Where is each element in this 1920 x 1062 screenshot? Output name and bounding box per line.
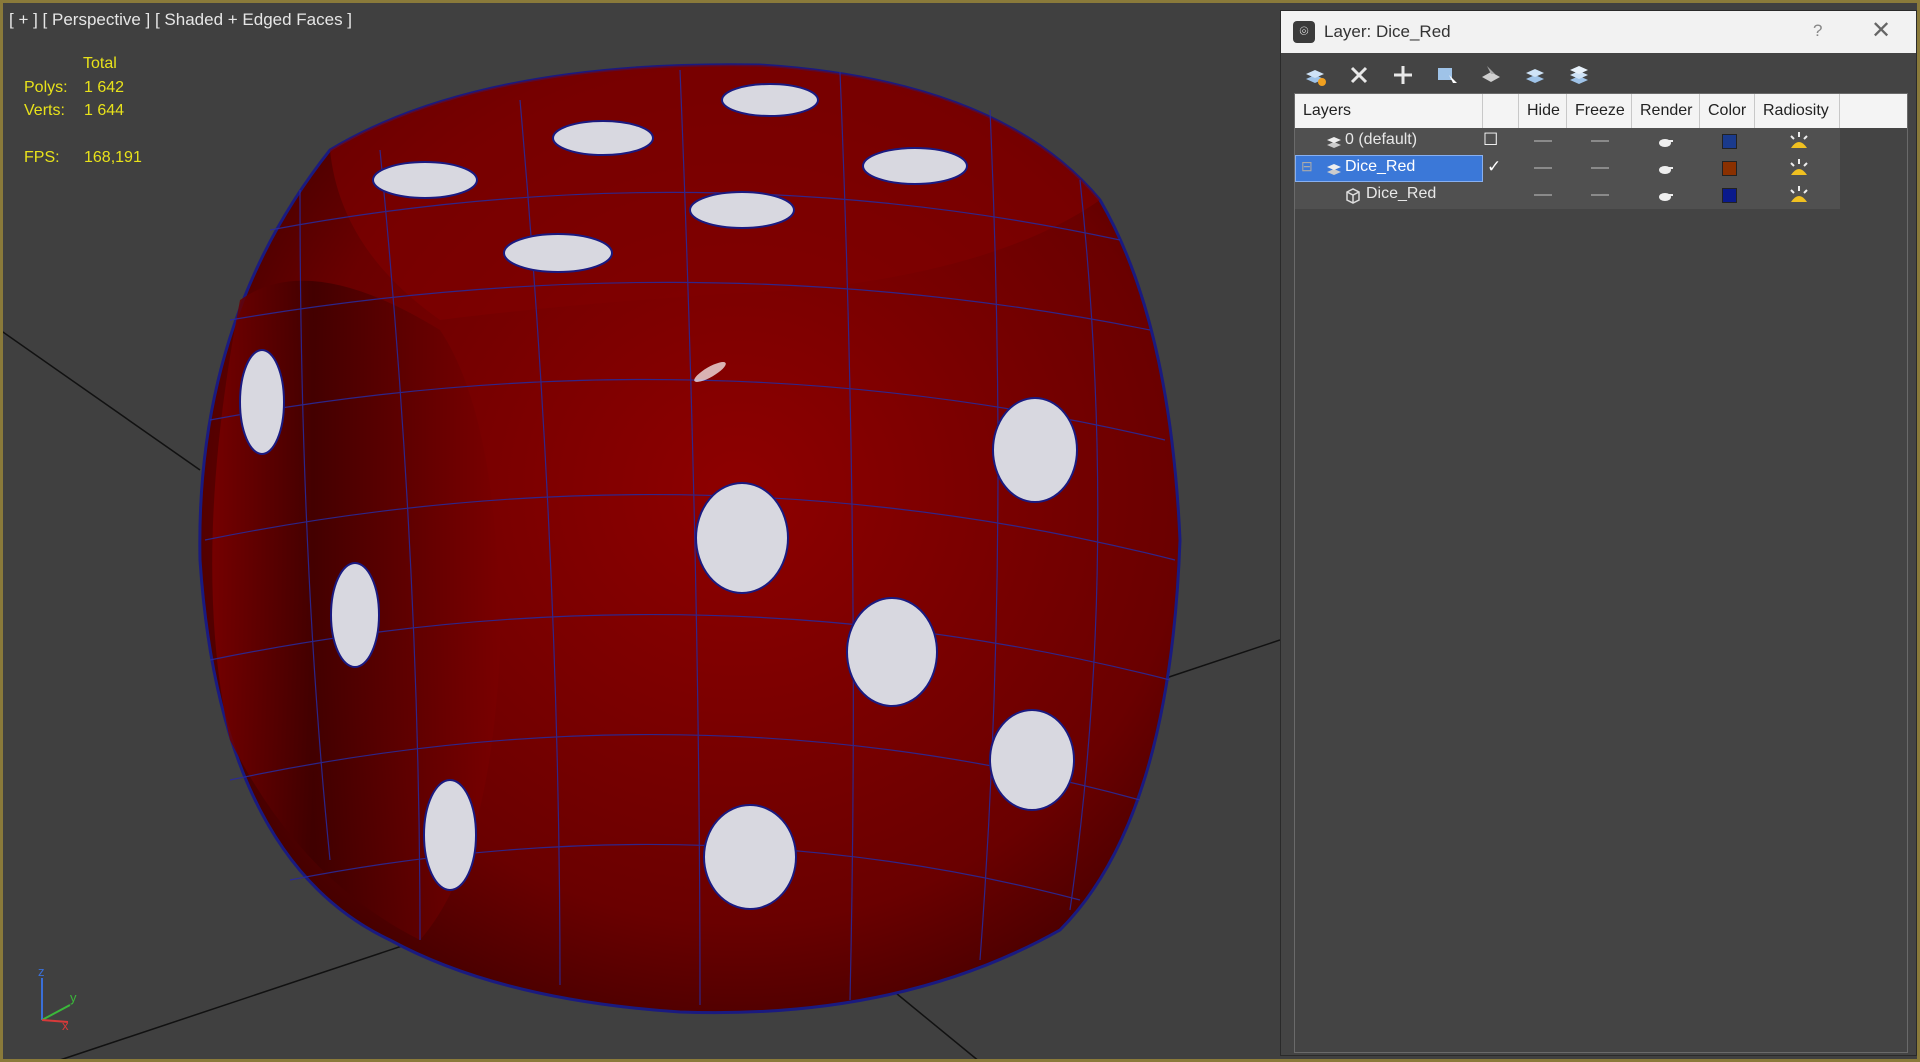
freeze-all-layers-icon[interactable] [1565,61,1593,89]
layer-stack-icon [1327,137,1341,148]
axis-x-label: x [62,1018,69,1033]
hide-toggle[interactable] [1534,194,1552,196]
stats-polys-value: 1 642 [84,79,125,96]
create-new-layer-icon[interactable] [1301,61,1329,89]
object-name: Dice_Red [1366,185,1437,202]
object-color-swatch[interactable] [1722,188,1737,203]
axis-y-label: y [70,990,77,1005]
radiosity-icon[interactable] [1787,157,1811,179]
current-layer-toggle[interactable]: ☐ [1483,130,1498,150]
stats-verts-value: 1 644 [84,102,125,119]
stats-polys-label: Polys: [24,79,68,96]
select-objects-icon[interactable] [1433,61,1461,89]
freeze-toggle[interactable] [1591,167,1609,169]
object-box-icon [1346,188,1360,204]
delete-layer-icon[interactable] [1345,61,1373,89]
layer-dialog: ⌾ Layer: Dice_Red ? ✕ Layers Hide Freeze… [1280,10,1917,1056]
layer-row-dice-red[interactable]: ⊟ Dice_Red ✓ [1295,155,1840,182]
axis-z-label: z [38,964,45,979]
column-header-radiosity[interactable]: Radiosity [1755,94,1840,128]
column-header-layers[interactable]: Layers [1295,94,1483,128]
dice-model: z y x [0,63,1280,1062]
viewport-label-menu[interactable]: [ + ] [ Perspective ] [ Shaded + Edged F… [9,10,352,30]
hide-toggle[interactable] [1534,140,1552,142]
dialog-titlebar[interactable]: ⌾ Layer: Dice_Red ? ✕ [1281,11,1916,53]
grid-line [1159,639,1280,681]
column-header-color[interactable]: Color [1700,94,1755,128]
freeze-toggle[interactable] [1591,140,1609,142]
layer-toolbar [1281,53,1916,97]
grid-line [59,939,421,1061]
column-header-freeze[interactable]: Freeze [1567,94,1632,128]
close-button[interactable]: ✕ [1871,16,1891,45]
layer-row-default[interactable]: 0 (default) ☐ [1295,128,1840,155]
column-header-hide[interactable]: Hide [1519,94,1567,128]
add-to-layer-icon[interactable] [1389,61,1417,89]
freeze-toggle[interactable] [1591,194,1609,196]
layer-color-swatch[interactable] [1722,134,1737,149]
layer-list-header: Layers Hide Freeze Render Color Radiosit… [1295,94,1907,128]
collapse-icon[interactable]: ⊟ [1301,158,1313,175]
layer-stack-icon [1327,164,1341,175]
dialog-title: Layer: Dice_Red [1324,22,1451,41]
layer-name: 0 (default) [1345,131,1418,148]
column-header-current[interactable] [1483,94,1519,128]
render-teapot-icon[interactable] [1657,188,1673,202]
stats-total-header: Total [83,55,117,72]
hide-all-layers-icon[interactable] [1521,61,1549,89]
radiosity-icon[interactable] [1787,184,1811,206]
layer-name: Dice_Red [1345,158,1416,175]
hide-toggle[interactable] [1534,167,1552,169]
stats-verts-label: Verts: [24,102,65,119]
object-row-dice-red[interactable]: Dice_Red [1295,182,1840,209]
help-button[interactable]: ? [1813,21,1822,41]
axis-gizmo [41,978,71,1023]
stats-fps-label: FPS: [24,149,60,166]
column-header-render[interactable]: Render [1632,94,1700,128]
app-logo-icon: ⌾ [1293,21,1315,43]
grid-line [0,329,201,471]
layer-list-panel: Layers Hide Freeze Render Color Radiosit… [1294,93,1908,1053]
current-layer-checkmark[interactable]: ✓ [1487,157,1501,177]
render-teapot-icon[interactable] [1657,134,1673,148]
render-teapot-icon[interactable] [1657,161,1673,175]
stats-fps-value: 168,191 [84,149,142,166]
layer-color-swatch[interactable] [1722,161,1737,176]
highlight-selected-icon[interactable] [1477,61,1505,89]
radiosity-icon[interactable] [1787,130,1811,152]
